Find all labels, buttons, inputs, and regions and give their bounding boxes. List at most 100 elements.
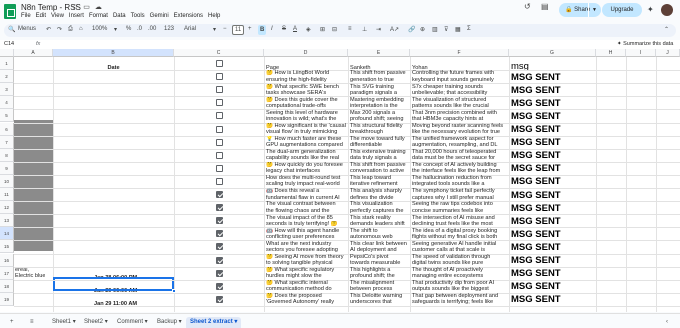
msg-sent-cell[interactable]: MSG SENT xyxy=(511,255,561,266)
row-header-1[interactable]: 1 xyxy=(0,57,14,71)
gray-fill-cells[interactable] xyxy=(14,120,53,251)
row-header-17[interactable]: 17 xyxy=(0,266,14,280)
row-header-11[interactable]: 11 xyxy=(0,188,14,202)
sheets-logo-icon[interactable] xyxy=(4,4,16,19)
column-header-b[interactable]: B xyxy=(53,49,174,57)
font-size-increase[interactable]: + xyxy=(248,26,252,32)
row-header-8[interactable]: 8 xyxy=(0,148,14,162)
add-sheet-icon[interactable]: + xyxy=(6,317,18,328)
spreadsheet-grid[interactable]: A B C D E F G H I J Date Page Sanketh Yo… xyxy=(0,49,680,312)
filter-icon[interactable]: ⊽ xyxy=(444,26,448,33)
redo-icon[interactable]: ↷ xyxy=(57,26,62,33)
row-header-13[interactable]: 13 xyxy=(0,214,14,228)
percent-format[interactable]: % xyxy=(126,26,131,32)
checkbox[interactable] xyxy=(216,282,223,290)
yohan-cell[interactable]: customer calls at that scale is xyxy=(412,247,508,254)
checkbox[interactable] xyxy=(216,99,223,107)
text-color-button[interactable]: A xyxy=(293,26,297,32)
checkbox[interactable] xyxy=(216,177,223,185)
star-icon[interactable]: ☆ xyxy=(72,4,78,11)
paint-format-icon[interactable]: ⌂ xyxy=(79,26,83,32)
gemini-icon[interactable]: ✦ xyxy=(647,5,654,14)
sanketh-cell[interactable]: profound shift; seeing xyxy=(350,116,409,123)
sanketh-cell[interactable]: iterative refinement xyxy=(350,181,409,188)
page-cell[interactable]: capability sounds like the real xyxy=(266,155,347,162)
borders-icon[interactable]: ⊞ xyxy=(320,26,325,33)
rotate-icon[interactable]: A↗ xyxy=(390,26,399,33)
page-cell[interactable]: GPU augmentations compared xyxy=(266,142,347,149)
yohan-cell[interactable]: captures why I still prefer manual xyxy=(412,195,508,202)
zoom-select[interactable]: 100% xyxy=(92,26,107,32)
yohan-cell[interactable]: safeguards is terrifying; feels like xyxy=(412,299,508,306)
msg-sent-cell[interactable]: MSG SENT xyxy=(511,216,561,227)
menu-tools[interactable]: Tools xyxy=(131,13,145,19)
page-cell[interactable]: scaling truly impact real-world xyxy=(266,181,347,188)
yohan-cell[interactable]: augmentation, resampling, and DL xyxy=(412,142,508,149)
menu-help[interactable]: Help xyxy=(208,13,220,19)
tab-sheet2-extract[interactable]: Sheet 2 extract ▾ xyxy=(186,317,242,328)
column-header-h[interactable]: H xyxy=(596,49,626,57)
page-cell[interactable]: seconds is truly terrifying! 🤔 xyxy=(266,221,347,228)
yohan-cell[interactable]: integrated tools sounds like a xyxy=(412,181,508,188)
font-caret-icon[interactable]: ▾ xyxy=(213,26,216,33)
column-header-i[interactable]: I xyxy=(626,49,656,57)
sanketh-cell[interactable]: autonomous web xyxy=(350,234,409,241)
yohan-cell[interactable]: like the necessary evolution for true xyxy=(412,129,508,136)
sanketh-cell[interactable]: demands leaders shift xyxy=(350,221,409,228)
yohan-cell[interactable]: that HBM3e capacity hints at xyxy=(412,116,508,123)
yohan-cell[interactable]: digital twins sounds like pure xyxy=(412,260,508,267)
tab-sheet2[interactable]: Sheet2 ▾ xyxy=(80,317,112,328)
checkbox[interactable] xyxy=(216,73,223,81)
column-header-g[interactable]: G xyxy=(509,49,596,57)
row-header-9[interactable]: 9 xyxy=(0,161,14,175)
checkbox[interactable] xyxy=(216,125,223,133)
strikethrough-button[interactable]: S xyxy=(282,26,286,32)
yohan-cell[interactable]: unbelievable; that accessibility xyxy=(412,90,508,97)
all-sheets-icon[interactable]: ≡ xyxy=(26,317,38,328)
row-header-2[interactable]: 2 xyxy=(0,70,14,84)
cloud-icon[interactable]: ☁ xyxy=(95,4,102,11)
column-header-a[interactable]: A xyxy=(14,49,53,57)
yohan-cell[interactable]: the interface feels like the leap from xyxy=(412,168,508,175)
page-cell[interactable]: ensuring the high-fidelity xyxy=(266,77,347,84)
column-header-c[interactable]: C xyxy=(174,49,264,57)
number-format[interactable]: 123 xyxy=(164,26,174,32)
font-select[interactable]: Arial xyxy=(184,26,196,32)
sanketh-cell[interactable]: profound shift; the xyxy=(350,273,409,280)
msg-sent-cell[interactable]: MSG SENT xyxy=(511,281,561,292)
checkbox[interactable] xyxy=(216,60,223,67)
italic-button[interactable]: I xyxy=(271,26,273,32)
msg-sent-cell[interactable]: MSG SENT xyxy=(511,98,561,109)
checkbox[interactable] xyxy=(216,243,223,251)
insert-chart-icon[interactable]: ▥ xyxy=(432,26,438,33)
column-header-d[interactable]: D xyxy=(264,49,348,57)
yohan-cell[interactable]: data must be the secret sauce for xyxy=(412,155,508,162)
sanketh-cell[interactable]: AI deployment and xyxy=(350,247,409,254)
row-header-4[interactable]: 4 xyxy=(0,96,14,110)
page-cell[interactable]: 'Governed Autonomy' really xyxy=(266,299,347,306)
checkbox[interactable] xyxy=(216,164,223,172)
msg-sent-cell[interactable]: MSG SENT xyxy=(511,203,561,214)
page-cell[interactable]: fundamental flaw in current AI xyxy=(266,195,347,202)
yohan-cell[interactable]: concise summaries feels like xyxy=(412,208,508,215)
checkbox[interactable] xyxy=(216,230,223,238)
search-icon[interactable]: 🔍 xyxy=(8,26,15,33)
checkbox[interactable] xyxy=(216,269,223,277)
sanketh-cell[interactable]: generation to true xyxy=(350,77,409,84)
tab-sheet1[interactable]: Sheet1 ▾ xyxy=(48,317,80,328)
checkbox[interactable] xyxy=(216,138,223,146)
functions-icon[interactable]: Σ xyxy=(467,26,471,32)
column-header-e[interactable]: E xyxy=(348,49,410,57)
menu-edit[interactable]: Edit xyxy=(36,13,46,19)
checkbox[interactable] xyxy=(216,204,223,212)
sanketh-cell[interactable]: defines the divide xyxy=(350,195,409,202)
filter-views-icon[interactable]: ▦ xyxy=(455,26,461,33)
menu-format[interactable]: Format xyxy=(89,13,108,19)
fill-color-icon[interactable]: ◈ xyxy=(306,26,311,33)
zoom-caret-icon[interactable]: ▾ xyxy=(114,26,117,33)
upgrade-button[interactable]: Upgrade xyxy=(602,3,642,17)
print-icon[interactable]: ⎙ xyxy=(68,26,73,33)
summarize-button[interactable]: ✦ Summarize this data xyxy=(617,41,673,47)
row-header-10[interactable]: 10 xyxy=(0,174,14,188)
sanketh-cell[interactable]: interpretation is the xyxy=(350,103,409,110)
